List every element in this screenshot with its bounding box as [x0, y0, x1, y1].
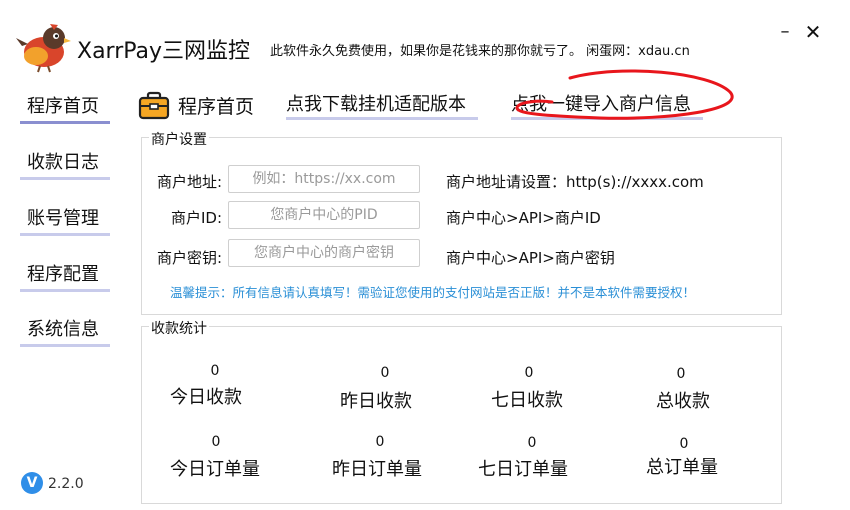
today-income-value: 0: [210, 363, 220, 379]
warm-tip-text: 温馨提示：所有信息请认真填写！需验证您使用的支付网站是否正版！并不是本软件需要授…: [170, 285, 696, 300]
tab-home[interactable]: 程序首页: [178, 92, 254, 119]
sidebar-item-underline: [20, 177, 110, 180]
seven-day-income-value: 0: [524, 365, 534, 381]
sidebar-item-accounts[interactable]: 账号管理: [20, 202, 110, 236]
download-link-label: 点我下载挂机适配版本: [286, 94, 466, 115]
yesterday-income-value: 0: [380, 365, 390, 381]
merchant-key-label: 商户密钥:: [156, 249, 222, 267]
yesterday-orders-value: 0: [375, 434, 385, 450]
yesterday-orders-label: 昨日订单量: [332, 459, 422, 480]
sidebar-item-config[interactable]: 程序配置: [20, 258, 110, 292]
sidebar-item-label: 程序配置: [27, 264, 99, 285]
total-income-label: 总收款: [656, 391, 710, 412]
payment-stats-title: 收款统计: [149, 318, 209, 338]
minimize-button[interactable]: –: [777, 22, 793, 42]
sidebar-item-underline: [20, 233, 110, 236]
briefcase-icon: [138, 90, 170, 120]
merchant-id-label: 商户ID:: [170, 209, 222, 227]
today-orders-value: 0: [211, 434, 221, 450]
merchant-key-hint: 商户中心>API>商户密钥: [446, 249, 615, 267]
app-subtitle: 此软件永久免费使用，如果你是花钱来的那你就亏了。 闲蛋网：xdau.cn: [270, 44, 690, 59]
sidebar-item-label: 收款日志: [27, 152, 99, 173]
seven-day-orders-label: 七日订单量: [478, 459, 568, 480]
total-orders-value: 0: [679, 436, 689, 452]
sidebar-item-label: 账号管理: [27, 208, 99, 229]
version-badge-icon: V: [21, 472, 43, 494]
sidebar-item-label: 程序首页: [27, 96, 99, 117]
sidebar-item-underline: [20, 344, 110, 347]
app-logo-bird-icon: [14, 16, 72, 74]
yesterday-income-label: 昨日收款: [340, 391, 412, 412]
close-button[interactable]: ✕: [803, 22, 823, 42]
total-orders-label: 总订单量: [646, 457, 718, 478]
seven-day-orders-value: 0: [527, 435, 537, 451]
merchant-settings-title: 商户设置: [149, 129, 209, 149]
sidebar-item-system-info[interactable]: 系统信息: [20, 313, 110, 347]
merchant-url-input[interactable]: [228, 165, 420, 193]
sidebar-item-home[interactable]: 程序首页: [20, 90, 110, 124]
seven-day-income-label: 七日收款: [491, 390, 563, 411]
sidebar-item-label: 系统信息: [27, 319, 99, 340]
merchant-key-input[interactable]: [228, 239, 420, 267]
app-title: XarrPay三网监控: [77, 39, 251, 64]
sidebar-item-underline: [20, 121, 110, 124]
today-income-label: 今日收款: [170, 387, 242, 408]
merchant-id-input[interactable]: [228, 201, 420, 229]
download-link-underline: [286, 117, 478, 120]
version-badge-letter: V: [26, 475, 38, 491]
today-orders-label: 今日订单量: [170, 459, 260, 480]
merchant-id-hint: 商户中心>API>商户ID: [446, 209, 601, 227]
red-annotation-circle: [515, 69, 734, 120]
version-text: 2.2.0: [48, 476, 84, 492]
merchant-url-hint: 商户地址请设置：http(s)://xxxx.com: [446, 173, 704, 191]
download-link[interactable]: 点我下载挂机适配版本: [286, 90, 478, 120]
merchant-url-label: 商户地址:: [156, 173, 222, 191]
sidebar-item-payment-log[interactable]: 收款日志: [20, 146, 110, 180]
total-income-value: 0: [676, 366, 686, 382]
sidebar-item-underline: [20, 289, 110, 292]
